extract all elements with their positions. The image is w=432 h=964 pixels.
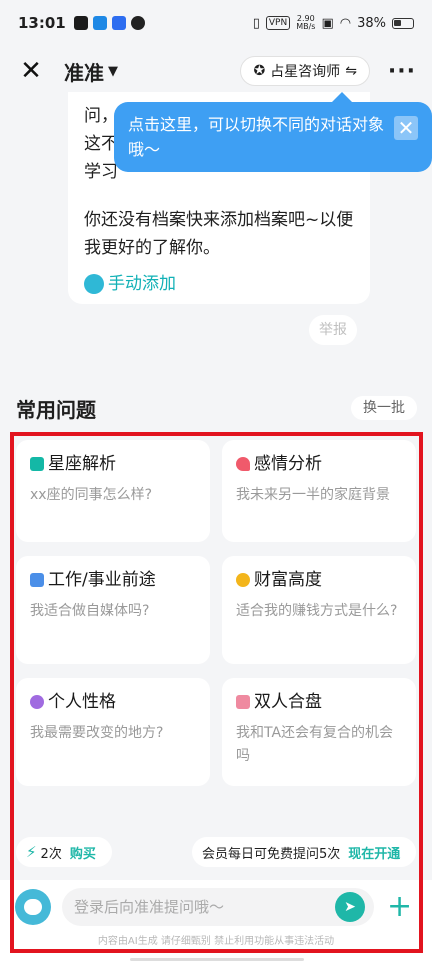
page-title[interactable]: 准准 ▼ <box>64 57 118 86</box>
battery-percent: 38% <box>357 15 386 31</box>
message-body: 你还没有档案快来添加档案吧~以便我更好的了解你。 <box>84 210 354 258</box>
battery-icon <box>392 17 414 29</box>
question-title: 财富高度 <box>236 568 402 592</box>
faq-title: 常用问题 <box>16 398 96 422</box>
question-card[interactable]: 双人合盘 我和TA还会有复合的机会吗 <box>222 678 416 786</box>
question-title-text: 星座解析 <box>48 454 116 474</box>
switch-tooltip: 点击这里，可以切换不同的对话对象哦～ ✕ <box>114 92 432 172</box>
switch-advisor-label: 占星咨询师 <box>270 64 341 80</box>
briefcase-icon <box>30 573 44 587</box>
ai-disclaimer: 内容由AI生成 请仔细甄别 禁止利用功能从事违法活动 <box>97 936 335 947</box>
status-time: 13:01 <box>18 14 66 32</box>
quota-chip[interactable]: ⚡ 2次 购买 <box>16 837 112 867</box>
question-desc: 我适合做自媒体吗? <box>30 603 150 619</box>
status-bar: 13:01 ▯ VPN 2.90 MB/s ▣ ◠ 38% <box>0 0 432 46</box>
hand-icon <box>84 274 104 294</box>
input-bar: 登录后向准准提问哦～ ➤ + 内容由AI生成 请仔细甄别 禁止利用功能从事违法活… <box>0 880 432 964</box>
question-card[interactable]: 财富高度 适合我的赚钱方式是什么? <box>222 556 416 664</box>
manual-add-link[interactable]: 手动添加 <box>84 270 354 298</box>
title-text: 准准 <box>64 60 104 85</box>
vip-open-button[interactable]: 现在开通 <box>348 843 400 862</box>
report-button[interactable]: 举报 <box>309 315 357 345</box>
swap-icon: ⇋ <box>345 63 357 79</box>
top-bar: ✕ 准准 ▼ ✪ 占星咨询师 ⇋ ··· <box>0 46 432 96</box>
question-title-text: 财富高度 <box>254 570 322 590</box>
lightning-icon: ⚡ <box>26 843 37 861</box>
question-card[interactable]: 感情分析 我未来另一半的家庭背景 <box>222 440 416 542</box>
close-icon[interactable]: ✕ <box>394 116 418 140</box>
sync-icon <box>130 16 145 30</box>
question-title: 双人合盘 <box>236 690 402 714</box>
question-desc: 适合我的赚钱方式是什么? <box>236 603 398 619</box>
speed-unit: MB/s <box>296 22 316 31</box>
send-icon[interactable]: ➤ <box>335 892 365 922</box>
vip-chip[interactable]: 会员每日可免费提问5次 现在开通 <box>192 837 416 867</box>
more-icon[interactable]: ··· <box>388 59 416 84</box>
vpn-icon: VPN <box>265 16 291 30</box>
network-speed: 2.90 MB/s <box>296 15 315 31</box>
refresh-button[interactable]: 换一批 <box>351 396 417 420</box>
question-desc: xx座的同事怎么样? <box>30 487 153 503</box>
app-notification-icon <box>73 16 88 30</box>
question-desc: 我和TA还会有复合的机会吗 <box>236 725 394 764</box>
vip-text: 会员每日可免费提问5次 <box>202 846 341 862</box>
book-icon <box>30 457 44 471</box>
home-indicator <box>130 958 304 961</box>
vibrate-icon: ▯ <box>252 15 260 31</box>
baidu-icon <box>111 16 126 30</box>
wifi-icon: ◠ <box>339 15 352 31</box>
question-title-text: 个人性格 <box>48 692 116 712</box>
question-card[interactable]: 工作/事业前途 我适合做自媒体吗? <box>16 556 210 664</box>
question-title-text: 工作/事业前途 <box>48 570 156 590</box>
question-title: 个人性格 <box>30 690 196 714</box>
question-title: 星座解析 <box>30 452 196 476</box>
question-input[interactable]: 登录后向准准提问哦～ <box>62 888 374 926</box>
heart-icon <box>236 457 250 471</box>
star-icon: ✪ <box>253 63 266 79</box>
question-title: 感情分析 <box>236 452 402 476</box>
app-notification-icon <box>92 16 107 30</box>
couple-icon <box>236 695 250 709</box>
question-title-text: 感情分析 <box>254 454 322 474</box>
manual-add-label: 手动添加 <box>108 274 176 294</box>
smile-icon <box>30 695 44 709</box>
question-card[interactable]: 星座解析 xx座的同事怎么样? <box>16 440 210 542</box>
question-card[interactable]: 个人性格 我最需要改变的地方? <box>16 678 210 786</box>
tooltip-text: 点击这里，可以切换不同的对话对象哦～ <box>128 115 385 159</box>
close-icon[interactable]: ✕ <box>16 56 46 86</box>
coin-icon <box>236 573 250 587</box>
question-title-text: 双人合盘 <box>254 692 322 712</box>
quota-count: 2次 <box>40 846 62 862</box>
question-desc: 我未来另一半的家庭背景 <box>236 487 390 503</box>
switch-advisor-button[interactable]: ✪ 占星咨询师 ⇋ <box>240 56 370 86</box>
avatar[interactable] <box>15 889 51 925</box>
sim-icon: ▣ <box>321 15 334 31</box>
question-title: 工作/事业前途 <box>30 568 196 592</box>
plus-icon[interactable]: + <box>387 889 412 925</box>
buy-button[interactable]: 购买 <box>70 843 96 862</box>
question-desc: 我最需要改变的地方? <box>30 725 164 741</box>
chevron-down-icon: ▼ <box>108 63 118 79</box>
